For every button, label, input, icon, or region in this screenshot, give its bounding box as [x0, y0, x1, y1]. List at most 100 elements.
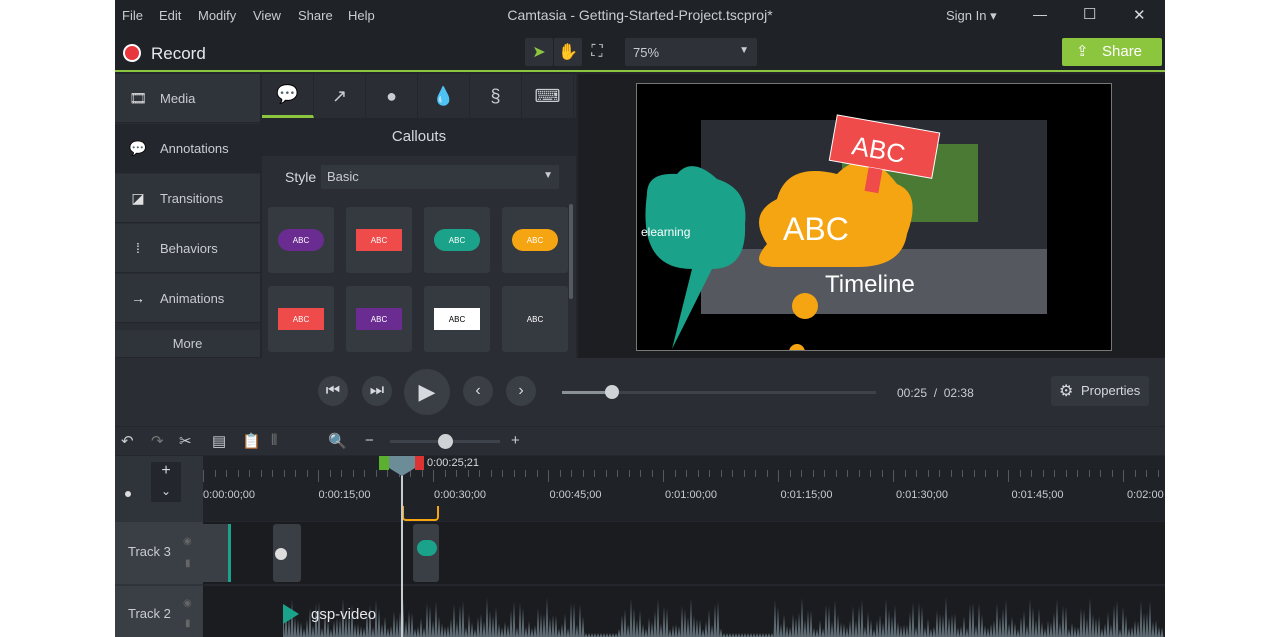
keyboard-icon: ⌨ — [534, 85, 561, 106]
scrubber-handle[interactable] — [605, 385, 620, 399]
sidebar-item-transitions[interactable]: ◪ Transitions — [115, 174, 260, 223]
sidebar-item-media[interactable]: 🎞 Media — [115, 74, 260, 123]
tab-shapes[interactable]: ● — [366, 74, 418, 118]
step-back-icon[interactable]: ⏮ — [318, 376, 348, 406]
ruler-tick — [927, 470, 929, 477]
ruler-tick — [985, 470, 986, 477]
film-icon: 🎞 — [129, 90, 147, 106]
sidebar-item-annotations[interactable]: 💬 Annotations — [115, 124, 260, 173]
gear-icon: ⚙ — [1059, 383, 1074, 400]
ruler-tick — [410, 470, 411, 477]
record-button[interactable]: Record — [151, 44, 206, 64]
close-button[interactable]: ✕ — [1133, 6, 1146, 24]
callout-thumbnail[interactable]: ABC — [268, 286, 334, 352]
properties-button[interactable]: ⚙ Properties — [1051, 376, 1149, 406]
track-height-handle[interactable] — [125, 491, 131, 497]
sidebar-item-label: Media — [160, 91, 196, 106]
select-tool-icon[interactable]: ➤ — [525, 38, 553, 66]
selection-end-handle[interactable] — [415, 456, 424, 470]
track-3-header[interactable]: Track 3 ◉ ▮ — [115, 522, 203, 584]
ruler-tick — [260, 470, 262, 477]
ruler-tick — [364, 470, 365, 477]
previous-marker-icon[interactable]: ‹ — [463, 376, 493, 406]
lock-icon[interactable]: ▮ — [185, 618, 191, 629]
sidebar: 🎞 Media 💬 Annotations ◪ Transitions ⁞ Behavi… — [115, 74, 260, 358]
copy-icon[interactable]: ▤ — [212, 432, 226, 450]
paste-icon[interactable]: 📋 — [242, 432, 261, 450]
properties-label: Properties — [1081, 383, 1141, 398]
track-2-header[interactable]: Track 2 ◉ ▮ — [115, 586, 203, 637]
selection-start-handle[interactable] — [379, 456, 389, 470]
callout-thumbnail[interactable]: ABC — [268, 207, 334, 273]
time-separator: / — [933, 386, 938, 400]
crop-icon[interactable]: ⛶ — [583, 38, 611, 66]
undo-icon[interactable]: ↶ — [121, 432, 134, 450]
timeline-ruler[interactable]: 0:00:00;00 0:00:15;00 0:00:30;00 0:00:45;00… — [203, 456, 1165, 506]
ruler-tick — [594, 470, 595, 477]
collapse-chevron-icon[interactable]: ⌄ — [151, 484, 181, 502]
zoom-dropdown[interactable]: 75% ▼ — [625, 38, 757, 66]
share-button[interactable]: ⇪ Share — [1062, 38, 1162, 66]
clip[interactable] — [203, 524, 231, 582]
lock-icon[interactable]: ▮ — [185, 558, 191, 569]
cut-icon[interactable]: ✂ — [179, 432, 192, 450]
callout-thumbnail[interactable]: ABC — [346, 286, 412, 352]
tab-blur[interactable]: 💧 — [418, 74, 470, 118]
ruler-tick — [479, 470, 480, 477]
sidebar-item-animations[interactable]: → Animations — [115, 274, 260, 323]
thought-dot-small — [789, 344, 805, 350]
ruler-tick — [513, 470, 515, 477]
play-icon[interactable]: ▶ — [404, 369, 450, 415]
green-cloud-callout — [645, 166, 746, 349]
tab-keystroke[interactable]: ⌨ — [522, 74, 574, 118]
tab-callouts[interactable]: 💬 — [262, 74, 314, 118]
callout-thumbnail[interactable]: ABC — [346, 207, 412, 273]
yellow-cloud-text: ABC — [783, 211, 849, 247]
pan-hand-icon[interactable]: ✋ — [554, 38, 582, 66]
selected-clip[interactable] — [402, 506, 439, 521]
tab-arrows[interactable]: ↗ — [314, 74, 366, 118]
ruler-tick — [1157, 470, 1159, 477]
style-dropdown[interactable]: Basic ▼ — [321, 165, 559, 189]
callout-shape: ABC — [356, 229, 402, 251]
maximize-button[interactable]: ☐ — [1083, 5, 1096, 23]
timeline-zoom-handle[interactable] — [438, 434, 453, 449]
ruler-tick — [1123, 470, 1124, 482]
search-icon[interactable]: 🔍 — [328, 432, 347, 450]
callout-thumbnail[interactable]: ABC — [424, 286, 490, 352]
track-name: Track 3 — [128, 544, 171, 559]
callout-thumbnail[interactable]: ABC — [502, 286, 568, 352]
tab-sketch[interactable]: § — [470, 74, 522, 118]
callout-icon: 💬 — [129, 140, 147, 156]
callout-thumbnail[interactable]: ABC — [424, 207, 490, 273]
ruler-tick — [1065, 470, 1067, 477]
zoom-out-icon[interactable]: − — [365, 432, 374, 449]
zoom-in-icon[interactable]: + — [511, 432, 520, 449]
clip-label[interactable]: gsp-video — [311, 606, 376, 623]
canvas[interactable]: elearning ABC ABC Timeline — [636, 83, 1112, 351]
split-icon[interactable]: ⫴ — [271, 432, 277, 449]
ruler-tick — [1100, 470, 1101, 477]
sign-in-button[interactable]: Sign In ▾ — [946, 8, 997, 24]
next-marker-icon[interactable]: › — [506, 376, 536, 406]
more-label: More — [172, 336, 203, 351]
ruler-tick — [1077, 470, 1078, 477]
callout-clip[interactable] — [413, 524, 439, 582]
step-forward-icon[interactable]: ⏭ — [362, 376, 392, 406]
more-button[interactable]: More — [115, 330, 260, 358]
minimize-button[interactable]: — — [1033, 6, 1047, 22]
annotations-panel: 💬 ↗ ● 💧 § ⌨ Callouts Style Basic ▼ ABC ABC… — [262, 74, 576, 358]
ruler-label: 0:00:00;00 — [203, 489, 255, 501]
sketch-motion-icon: § — [490, 85, 501, 106]
eye-icon[interactable]: ◉ — [183, 536, 192, 547]
add-track-icon[interactable]: + — [151, 462, 181, 484]
sidebar-item-behaviors[interactable]: ⁞ Behaviors — [115, 224, 260, 273]
ruler-tick — [203, 470, 204, 482]
clip[interactable] — [273, 524, 301, 582]
callout-thumbnail[interactable]: ABC — [502, 207, 568, 273]
redo-icon[interactable]: ↷ — [151, 432, 164, 450]
eye-icon[interactable]: ◉ — [183, 598, 192, 609]
panel-scrollbar[interactable] — [569, 204, 573, 299]
record-icon[interactable] — [123, 44, 141, 62]
callout-shape: ABC — [434, 308, 480, 330]
